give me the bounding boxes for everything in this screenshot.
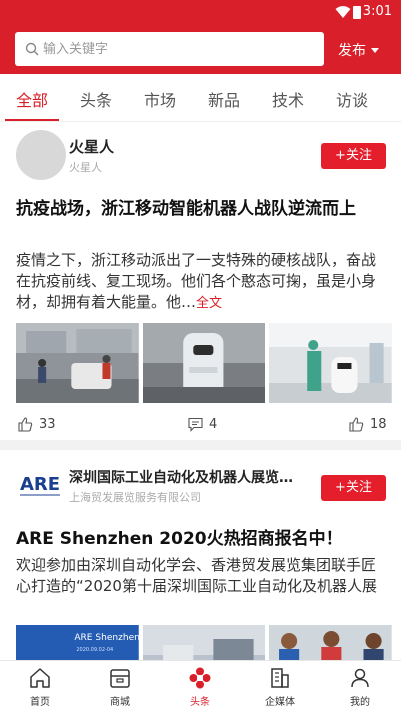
thumb-caption: ARE Shenzhen [74, 633, 138, 643]
nav-store[interactable]: 商城 [85, 661, 155, 710]
thumb-date: 2020.09.02-04 [76, 647, 113, 653]
author-subtitle: 上海贸发展览服务有限公司 [69, 491, 201, 504]
tab-market[interactable]: 市场 [144, 87, 176, 111]
tab-headlines[interactable]: 头条 [80, 87, 112, 111]
search-header: 发布 [0, 26, 401, 74]
author-name[interactable]: 火星人 [69, 136, 114, 157]
like-count: 33 [39, 417, 56, 432]
user-icon [351, 668, 369, 688]
tab-technology[interactable]: 技术 [272, 87, 304, 111]
post-title[interactable]: ARE Shenzhen 2020火热招商报名中！ [16, 525, 388, 553]
post-image[interactable] [142, 625, 266, 660]
company-logo[interactable]: ARE [16, 468, 64, 498]
nav-enterprise-media-label: 企媒体 [265, 697, 295, 708]
feed-post[interactable]: 火星人 火星人 +关注 抗疫战场，浙江移动智能机器人战队逆流而上 疫情之下，浙江… [0, 122, 401, 440]
post-images[interactable] [16, 323, 393, 403]
publish-button[interactable]: 发布 [338, 40, 379, 60]
nav-profile-label: 我的 [350, 697, 370, 708]
post-image[interactable] [16, 323, 139, 403]
post-excerpt[interactable]: 欢迎参加由深圳自动化学会、香港贸发展览集团联手匠心打造的“2020第十届深圳国际… [16, 555, 388, 597]
post-actions: 33 4 18 [0, 417, 401, 437]
category-tabs: 全部 头条 市场 新品 技术 访谈 [0, 74, 401, 122]
wifi-icon [335, 6, 351, 18]
status-time: 3:01 [362, 4, 392, 19]
logo-text: ARE [20, 474, 60, 495]
post-image[interactable] [269, 323, 393, 403]
bottom-nav: 首页 商城 头条 企媒体 我的 [0, 660, 401, 710]
store-icon [110, 669, 130, 688]
post-excerpt[interactable]: 疫情之下，浙江移动派出了一支特殊的硬核战队，奋战在抗疫前线、复工现场。他们各个憨… [16, 250, 388, 314]
news-feed[interactable]: 火星人 火星人 +关注 抗疫战场，浙江移动智能机器人战队逆流而上 疫情之下，浙江… [0, 122, 401, 660]
post-image[interactable] [142, 323, 266, 403]
comment-count: 4 [209, 417, 218, 432]
nav-profile[interactable]: 我的 [325, 661, 395, 710]
author-subtitle: 火星人 [69, 161, 102, 174]
search-icon [25, 42, 39, 56]
nav-home-label: 首页 [30, 697, 50, 708]
nav-headlines-label: 头条 [190, 697, 210, 708]
search-input[interactable] [43, 32, 313, 66]
upvote-count: 18 [370, 417, 387, 432]
nav-enterprise-media[interactable]: 企媒体 [245, 661, 315, 710]
comment-button[interactable]: 4 [188, 417, 217, 432]
building-icon [271, 668, 289, 688]
headline-icon [189, 667, 211, 689]
post-image[interactable] [269, 625, 393, 660]
battery-icon [353, 6, 361, 19]
status-bar: 3:01 [0, 0, 401, 26]
avatar[interactable] [16, 130, 66, 180]
comment-icon [188, 417, 203, 432]
home-icon [30, 668, 50, 688]
chevron-down-icon [371, 47, 379, 53]
publish-label: 发布 [338, 43, 366, 59]
tab-all[interactable]: 全部 [16, 87, 48, 111]
post-title[interactable]: 抗疫战场，浙江移动智能机器人战队逆流而上 [16, 195, 388, 223]
thumbs-up-icon [18, 417, 33, 432]
read-more-link[interactable]: 全文 [196, 296, 222, 311]
nav-home[interactable]: 首页 [5, 661, 75, 710]
tab-active-indicator [5, 119, 59, 121]
thumbs-up-icon [349, 417, 364, 432]
tab-interviews[interactable]: 访谈 [336, 87, 368, 111]
upvote-button[interactable]: 18 [349, 417, 387, 432]
nav-headlines[interactable]: 头条 [165, 661, 235, 710]
nav-store-label: 商城 [110, 697, 130, 708]
author-name[interactable]: 深圳国际工业自动化及机器人展览… [69, 467, 319, 487]
follow-button[interactable]: +关注 [321, 143, 386, 169]
tab-new-products[interactable]: 新品 [208, 87, 240, 111]
post-image[interactable]: ARE Shenzhen 2020.09.02-04 [16, 625, 139, 660]
search-box[interactable] [15, 32, 324, 66]
feed-divider [0, 440, 401, 450]
like-button[interactable]: 33 [18, 417, 56, 432]
follow-button[interactable]: +关注 [321, 475, 386, 501]
post-images[interactable]: ARE Shenzhen 2020.09.02-04 [16, 625, 393, 660]
